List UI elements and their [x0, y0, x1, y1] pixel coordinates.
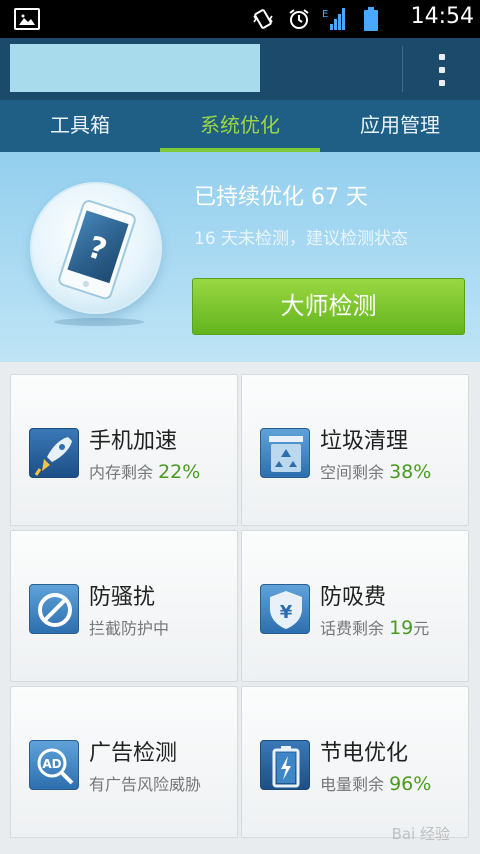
battery-icon — [358, 6, 384, 32]
tile-power-saving[interactable]: 节电优化 电量剩余 96% — [241, 686, 469, 838]
overflow-menu-icon[interactable] — [425, 50, 459, 90]
tab-bar: 工具箱 系统优化 应用管理 — [0, 100, 480, 152]
status-bar: E 14:54 — [0, 0, 480, 38]
signal-icon: E — [322, 6, 348, 32]
block-icon — [29, 584, 79, 634]
space-remaining-value: 38% — [389, 461, 432, 483]
tile-subtitle: 空间剩余 38% — [320, 461, 432, 483]
tile-subtitle: 内存剩余 22% — [89, 461, 201, 483]
app-title-area — [10, 44, 260, 92]
rocket-icon — [29, 428, 79, 478]
tile-title: 手机加速 — [89, 429, 178, 454]
detection-reminder-text: 16 天未检测，建议检测状态 — [194, 229, 409, 249]
tile-title: 广告检测 — [89, 741, 178, 766]
battery-remaining-value: 96% — [389, 773, 432, 795]
balance-remaining-value: 19 — [389, 617, 414, 639]
tile-subtitle: 话费剩余 19元 — [320, 617, 430, 639]
app-title-bar — [0, 38, 480, 100]
tile-junk-clean[interactable]: 垃圾清理 空间剩余 38% — [241, 374, 469, 526]
battery-charge-icon — [260, 740, 310, 790]
yuan-shield-icon: ¥ — [260, 584, 310, 634]
tile-title: 节电优化 — [320, 741, 409, 766]
tile-subtitle: 拦截防护中 — [89, 619, 170, 638]
feature-grid: 手机加速 内存剩余 22% 垃圾清理 空间剩余 38% 防骚扰 拦截防护中 ¥ … — [0, 362, 480, 854]
optimization-days-text: 已持续优化 67 天 — [194, 185, 368, 210]
tile-anti-harassment[interactable]: 防骚扰 拦截防护中 — [10, 530, 238, 682]
ad-search-icon: AD — [29, 740, 79, 790]
master-detect-button[interactable]: 大师检测 — [192, 278, 465, 335]
tile-ad-detection[interactable]: AD 广告检测 有广告风险威胁 — [10, 686, 238, 838]
recycle-bin-icon — [260, 428, 310, 478]
watermark: Bai 经验 — [391, 825, 450, 843]
tile-title: 防骚扰 — [89, 585, 156, 610]
tab-toolbox[interactable]: 工具箱 — [0, 100, 160, 152]
tile-title: 垃圾清理 — [320, 429, 409, 454]
svg-text:AD: AD — [42, 757, 61, 771]
tile-anti-fee[interactable]: ¥ 防吸费 话费剩余 19元 — [241, 530, 469, 682]
phone-shadow — [54, 318, 144, 326]
memory-remaining-value: 22% — [158, 461, 201, 483]
tile-subtitle: 有广告风险威胁 — [89, 775, 202, 794]
phone-status-icon: ? — [30, 182, 162, 314]
tile-subtitle: 电量剩余 96% — [320, 773, 432, 795]
picture-icon — [14, 8, 40, 30]
clock-time: 14:54 — [410, 4, 474, 29]
tab-app-management[interactable]: 应用管理 — [320, 100, 480, 152]
tab-system-optimize[interactable]: 系统优化 — [160, 100, 320, 152]
svg-text:¥: ¥ — [280, 602, 293, 623]
tile-phone-speedup[interactable]: 手机加速 内存剩余 22% — [10, 374, 238, 526]
svg-text:E: E — [322, 9, 328, 20]
title-divider — [402, 46, 403, 92]
optimization-hero: ? 已持续优化 67 天 16 天未检测，建议检测状态 大师检测 — [0, 152, 480, 362]
vibrate-icon — [250, 6, 276, 32]
alarm-icon — [286, 6, 312, 32]
tile-title: 防吸费 — [320, 585, 387, 610]
